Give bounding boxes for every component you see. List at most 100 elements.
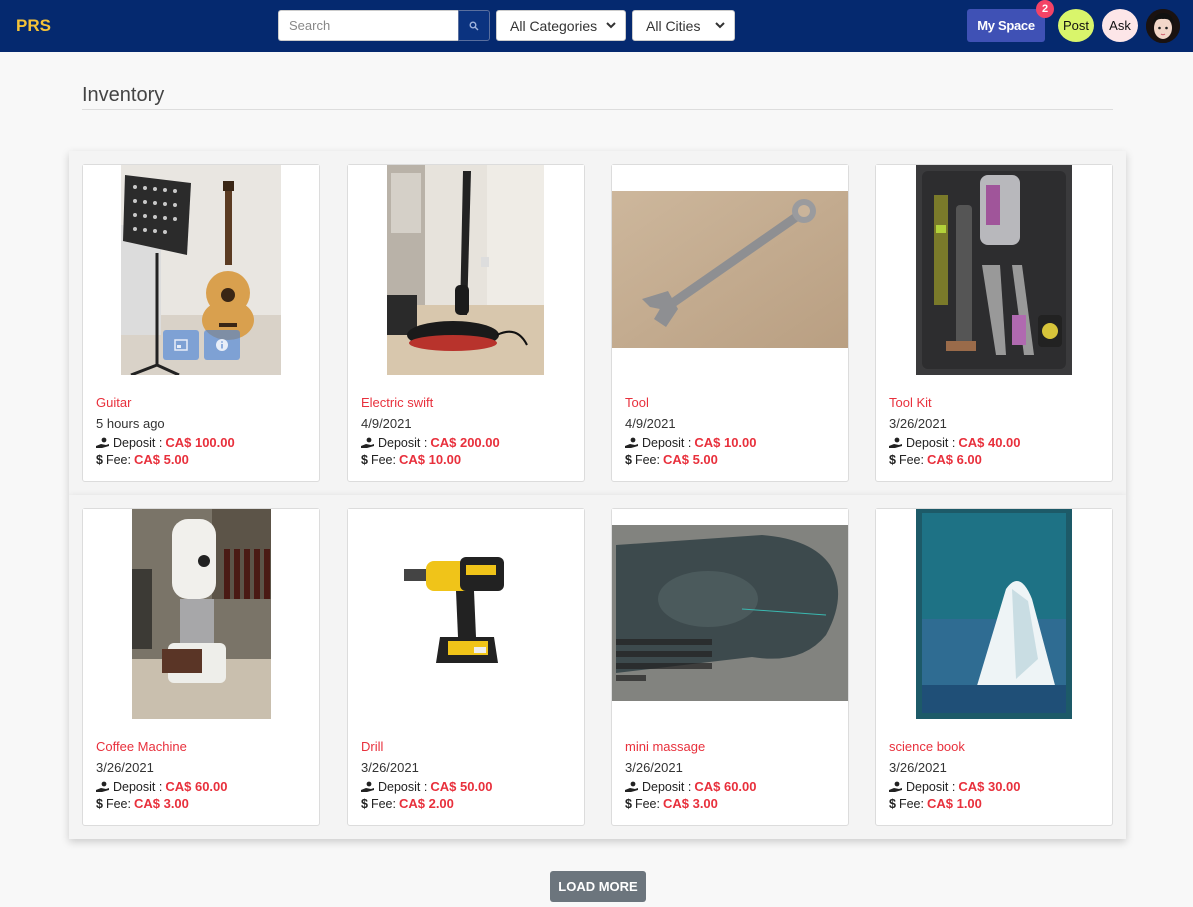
info-icon [216, 339, 228, 351]
item-card-science-book[interactable]: science book 3/26/2021 Deposit : CA$ 30.… [875, 508, 1113, 826]
deposit-label: Deposit : [378, 435, 428, 450]
item-date: 5 hours ago [96, 416, 165, 431]
fee-value: CA$ 5.00 [662, 452, 718, 467]
item-photo [83, 165, 319, 375]
deposit-label: Deposit : [906, 779, 956, 794]
item-date: 3/26/2021 [625, 760, 683, 775]
deposit-label: Deposit : [642, 779, 692, 794]
hand-coin-icon [625, 437, 638, 448]
item-name[interactable]: Tool [625, 395, 649, 410]
deposit-value: CA$ 60.00 [165, 779, 228, 794]
info-button[interactable] [204, 330, 240, 360]
gallery-button[interactable] [163, 330, 199, 360]
item-name[interactable]: Guitar [96, 395, 131, 410]
fee-label: Fee: [105, 796, 131, 811]
item-card-coffee-machine[interactable]: Coffee Machine 3/26/2021 Deposit : CA$ 6… [82, 508, 320, 826]
fee-label: Fee: [898, 796, 924, 811]
city-select-value: All Cities [646, 17, 701, 34]
item-name[interactable]: mini massage [625, 739, 705, 754]
gallery-icon [174, 339, 188, 351]
search-button[interactable] [458, 10, 490, 41]
item-deposit: Deposit : CA$ 100.00 [96, 435, 235, 450]
item-fee: $ Fee: CA$ 3.00 [96, 796, 189, 811]
inventory-row-2: Coffee Machine 3/26/2021 Deposit : CA$ 6… [69, 495, 1126, 839]
brand-logo[interactable]: PRS [16, 16, 51, 36]
item-date: 4/9/2021 [361, 416, 412, 431]
item-photo [348, 509, 584, 719]
item-card-mini-massage[interactable]: mini massage 3/26/2021 Deposit : CA$ 60.… [611, 508, 849, 826]
dollar-icon: $ [361, 452, 368, 467]
item-card-guitar[interactable]: Guitar 5 hours ago Deposit : CA$ 100.00 … [82, 164, 320, 482]
chevron-down-icon [715, 22, 725, 29]
fee-label: Fee: [370, 796, 396, 811]
item-fee: $ Fee: CA$ 5.00 [625, 452, 718, 467]
item-date: 3/26/2021 [96, 760, 154, 775]
item-name[interactable]: Drill [361, 739, 383, 754]
fee-value: CA$ 1.00 [926, 796, 982, 811]
deposit-label: Deposit : [113, 779, 163, 794]
deposit-value: CA$ 10.00 [694, 435, 757, 450]
dollar-icon: $ [889, 796, 896, 811]
fee-value: CA$ 3.00 [133, 796, 189, 811]
item-photo [612, 509, 848, 719]
hand-coin-icon [96, 781, 109, 792]
item-photo [348, 165, 584, 375]
item-photo [83, 509, 319, 719]
title-divider [82, 109, 1113, 110]
ask-button[interactable]: Ask [1102, 9, 1138, 42]
fee-label: Fee: [634, 452, 660, 467]
item-card-drill[interactable]: Drill 3/26/2021 Deposit : CA$ 50.00 $ Fe… [347, 508, 585, 826]
item-fee: $ Fee: CA$ 5.00 [96, 452, 189, 467]
deposit-value: CA$ 200.00 [430, 435, 500, 450]
item-card-tool-kit[interactable]: Tool Kit 3/26/2021 Deposit : CA$ 40.00 $… [875, 164, 1113, 482]
deposit-label: Deposit : [113, 435, 163, 450]
item-photo [876, 509, 1112, 719]
fee-label: Fee: [634, 796, 660, 811]
item-card-electric-swift[interactable]: Electric swift 4/9/2021 Deposit : CA$ 20… [347, 164, 585, 482]
item-deposit: Deposit : CA$ 200.00 [361, 435, 500, 450]
item-name[interactable]: Tool Kit [889, 395, 932, 410]
my-space-button[interactable]: My Space [967, 9, 1045, 42]
item-deposit: Deposit : CA$ 60.00 [96, 779, 228, 794]
post-button[interactable]: Post [1058, 9, 1094, 42]
hand-coin-icon [96, 437, 109, 448]
fee-label: Fee: [898, 452, 924, 467]
item-fee: $ Fee: CA$ 3.00 [625, 796, 718, 811]
item-deposit: Deposit : CA$ 40.00 [889, 435, 1021, 450]
fee-label: Fee: [105, 452, 131, 467]
item-fee: $ Fee: CA$ 1.00 [889, 796, 982, 811]
category-select-value: All Categories [510, 17, 598, 34]
city-select[interactable]: All Cities [632, 10, 735, 41]
chevron-down-icon [606, 22, 616, 29]
search-input[interactable] [278, 10, 458, 41]
hand-coin-icon [361, 781, 374, 792]
fee-value: CA$ 3.00 [662, 796, 718, 811]
hand-coin-icon [889, 781, 902, 792]
item-deposit: Deposit : CA$ 50.00 [361, 779, 493, 794]
top-navbar: PRS All Categories All Cities My Space 2… [0, 0, 1193, 52]
item-photo [876, 165, 1112, 375]
deposit-label: Deposit : [378, 779, 428, 794]
dollar-icon: $ [625, 452, 632, 467]
item-fee: $ Fee: CA$ 6.00 [889, 452, 982, 467]
item-card-tool[interactable]: Tool 4/9/2021 Deposit : CA$ 10.00 $ Fee:… [611, 164, 849, 482]
search-group [278, 10, 490, 41]
item-date: 4/9/2021 [625, 416, 676, 431]
item-name[interactable]: Coffee Machine [96, 739, 187, 754]
deposit-value: CA$ 30.00 [958, 779, 1021, 794]
item-date: 3/26/2021 [889, 416, 947, 431]
user-avatar[interactable] [1146, 9, 1180, 43]
deposit-value: CA$ 60.00 [694, 779, 757, 794]
fee-value: CA$ 2.00 [398, 796, 454, 811]
avatar-image [1146, 9, 1180, 43]
deposit-value: CA$ 100.00 [165, 435, 235, 450]
item-deposit: Deposit : CA$ 60.00 [625, 779, 757, 794]
item-fee: $ Fee: CA$ 2.00 [361, 796, 454, 811]
item-name[interactable]: science book [889, 739, 965, 754]
item-date: 3/26/2021 [889, 760, 947, 775]
load-more-button[interactable]: LOAD MORE [550, 871, 646, 902]
dollar-icon: $ [361, 796, 368, 811]
item-name[interactable]: Electric swift [361, 395, 433, 410]
category-select[interactable]: All Categories [496, 10, 626, 41]
dollar-icon: $ [96, 452, 103, 467]
